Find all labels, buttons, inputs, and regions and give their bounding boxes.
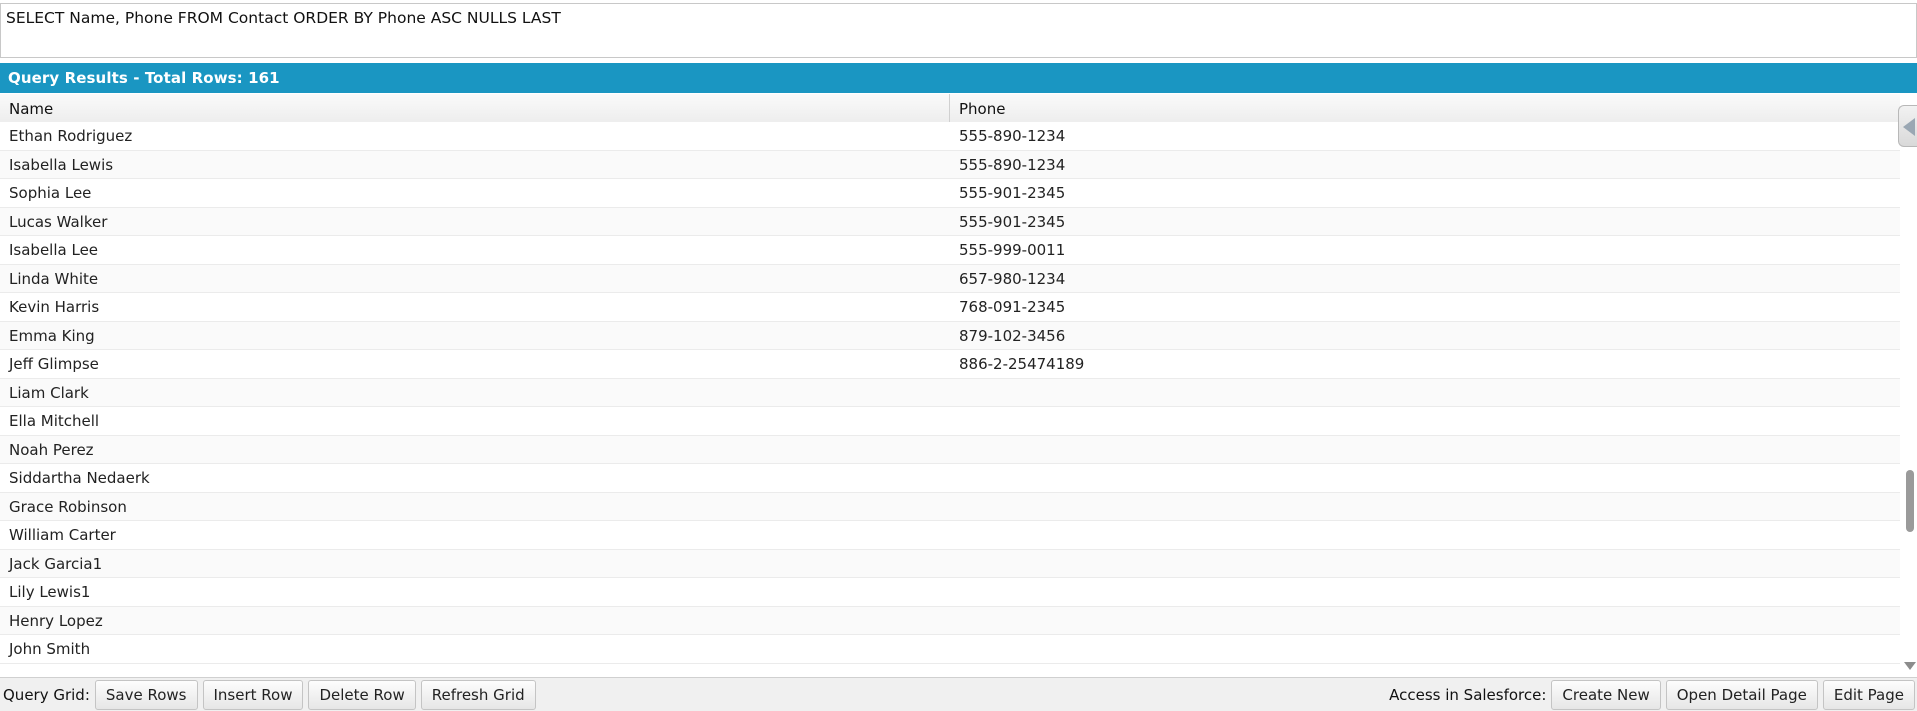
cell-phone[interactable]	[950, 635, 1900, 663]
table-row[interactable]: Ethan Rodriguez 555-890-1234	[0, 122, 1900, 151]
refresh-grid-button[interactable]: Refresh Grid	[420, 679, 536, 710]
insert-row-button[interactable]: Insert Row	[202, 679, 304, 710]
open-detail-page-button[interactable]: Open Detail Page	[1665, 679, 1818, 710]
grid-scrollbar[interactable]	[1900, 94, 1917, 676]
table-row[interactable]: Lily Lewis1	[0, 578, 1900, 607]
table-row[interactable]: William Carter	[0, 521, 1900, 550]
cell-name[interactable]: Liam Clark	[0, 379, 950, 407]
cell-name[interactable]: Ella Mitchell	[0, 407, 950, 435]
save-rows-button[interactable]: Save Rows	[94, 679, 198, 710]
cell-phone[interactable]	[950, 379, 1900, 407]
cell-name[interactable]: John Smith	[0, 635, 950, 663]
table-row[interactable]: Siddartha Nedaerk	[0, 464, 1900, 493]
cell-name[interactable]: Isabella Lee	[0, 236, 950, 264]
scrollbar-thumb[interactable]	[1906, 470, 1914, 532]
cell-phone[interactable]	[950, 464, 1900, 492]
cell-phone[interactable]: 768-091-2345	[950, 293, 1900, 321]
cell-phone[interactable]: 555-901-2345	[950, 179, 1900, 207]
cell-phone[interactable]: 555-890-1234	[950, 122, 1900, 150]
collapse-panel-icon[interactable]	[1898, 105, 1917, 147]
table-row[interactable]: Noah Perez	[0, 435, 1900, 464]
cell-name[interactable]: Lily Lewis1	[0, 578, 950, 606]
cell-name[interactable]: Isabella Lewis	[0, 151, 950, 179]
table-row[interactable]: Isabella Lewis 555-890-1234	[0, 150, 1900, 179]
table-row[interactable]: Lucas Walker 555-901-2345	[0, 207, 1900, 236]
cell-phone[interactable]	[950, 493, 1900, 521]
table-row[interactable]: Liam Clark	[0, 378, 1900, 407]
scroll-down-arrow-icon[interactable]	[1904, 662, 1916, 670]
query-grid-label: Query Grid:	[3, 685, 90, 704]
access-in-salesforce-label: Access in Salesforce:	[1389, 685, 1547, 704]
cell-phone[interactable]: 657-980-1234	[950, 265, 1900, 293]
table-row[interactable]: Grace Robinson	[0, 492, 1900, 521]
cell-name[interactable]: Kevin Harris	[0, 293, 950, 321]
cell-name[interactable]: William Carter	[0, 521, 950, 549]
table-row[interactable]: Kevin Harris 768-091-2345	[0, 293, 1900, 322]
table-row[interactable]: Isabella Lee 555-999-0011	[0, 236, 1900, 265]
cell-phone[interactable]	[950, 521, 1900, 549]
cell-name[interactable]: Sophia Lee	[0, 179, 950, 207]
bottom-toolbar: Query Grid: Save Rows Insert Row Delete …	[0, 677, 1917, 711]
cell-phone[interactable]: 886-2-25474189	[950, 350, 1900, 378]
cell-phone[interactable]	[950, 607, 1900, 635]
cell-name[interactable]: Grace Robinson	[0, 493, 950, 521]
cell-name[interactable]: Siddartha Nedaerk	[0, 464, 950, 492]
cell-name[interactable]: Jeff Glimpse	[0, 350, 950, 378]
cell-name[interactable]: Ethan Rodriguez	[0, 122, 950, 150]
cell-name[interactable]: Lucas Walker	[0, 208, 950, 236]
cell-phone[interactable]: 555-999-0011	[950, 236, 1900, 264]
table-row[interactable]: John Smith	[0, 635, 1900, 664]
delete-row-button[interactable]: Delete Row	[308, 679, 416, 710]
cell-phone[interactable]: 879-102-3456	[950, 322, 1900, 350]
table-row[interactable]: Ella Mitchell	[0, 407, 1900, 436]
cell-phone[interactable]	[950, 578, 1900, 606]
table-row[interactable]: Linda White 657-980-1234	[0, 264, 1900, 293]
cell-phone[interactable]	[950, 550, 1900, 578]
query-results-header: Query Results - Total Rows: 161	[0, 63, 1917, 93]
cell-phone[interactable]	[950, 407, 1900, 435]
cell-name[interactable]: Linda White	[0, 265, 950, 293]
table-row[interactable]: Jeff Glimpse 886-2-25474189	[0, 350, 1900, 379]
results-grid: Name Phone Ethan Rodriguez 555-890-1234 Is…	[0, 94, 1900, 676]
soql-query-editor[interactable]: SELECT Name, Phone FROM Contact ORDER BY…	[0, 3, 1917, 58]
cell-phone[interactable]	[950, 436, 1900, 464]
cell-phone[interactable]: 555-890-1234	[950, 151, 1900, 179]
grid-rows: Ethan Rodriguez 555-890-1234 Isabella Lewi…	[0, 122, 1900, 664]
cell-name[interactable]: Henry Lopez	[0, 607, 950, 635]
table-row[interactable]: Emma King 879-102-3456	[0, 321, 1900, 350]
cell-name[interactable]: Emma King	[0, 322, 950, 350]
table-row[interactable]: Sophia Lee 555-901-2345	[0, 179, 1900, 208]
cell-phone[interactable]: 555-901-2345	[950, 208, 1900, 236]
create-new-button[interactable]: Create New	[1551, 679, 1661, 710]
table-row[interactable]: Henry Lopez	[0, 606, 1900, 635]
cell-name[interactable]: Noah Perez	[0, 436, 950, 464]
table-row[interactable]: Jack Garcia1	[0, 549, 1900, 578]
cell-name[interactable]: Jack Garcia1	[0, 550, 950, 578]
edit-page-button[interactable]: Edit Page	[1822, 679, 1915, 710]
